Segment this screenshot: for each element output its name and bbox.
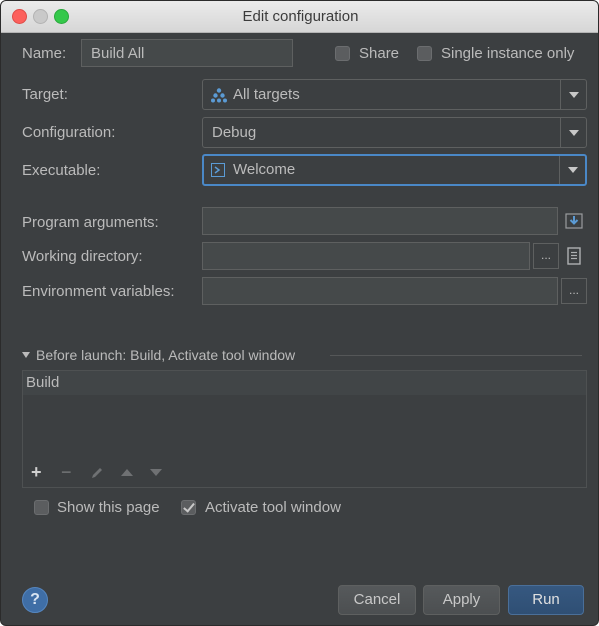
target-dropdown-arrow[interactable] [560,80,586,109]
before-launch-header[interactable]: Before launch: Build, Activate tool wind… [36,347,295,363]
chevron-down-icon [569,92,579,98]
chevron-down-icon [568,167,578,173]
title-bar: Edit configuration [1,1,598,33]
list-item-label: Build [26,374,60,391]
configuration-dropdown-arrow[interactable] [560,118,586,147]
working-directory-input[interactable] [202,242,530,270]
share-checkbox[interactable] [335,46,350,61]
window-title: Edit configuration [242,8,359,25]
cancel-button[interactable]: Cancel [338,585,416,615]
move-down-icon[interactable] [150,469,162,476]
executable-value: Welcome [233,161,296,178]
activate-tool-window-label: Activate tool window [205,499,341,516]
section-divider [330,355,582,356]
environment-variables-input[interactable] [202,277,558,305]
name-input[interactable]: Build All [81,39,293,67]
name-label: Name: [22,45,67,62]
working-directory-label: Working directory: [22,248,143,265]
targets-icon [211,87,227,103]
show-this-page-checkbox[interactable] [34,500,49,515]
edit-environment-variables-button[interactable]: ... [561,278,587,304]
activate-tool-window-checkbox[interactable] [181,500,196,515]
executable-label: Executable: [22,162,101,179]
executable-icon [211,163,225,177]
edit-icon[interactable] [89,465,105,481]
environment-variables-label: Environment variables: [22,283,175,300]
apply-button[interactable]: Apply [423,585,500,615]
list-item[interactable]: Build [23,371,586,395]
name-input-value: Build All [91,45,145,62]
remove-icon[interactable]: − [61,462,72,482]
configuration-label: Configuration: [22,124,116,141]
edit-configuration-dialog: Edit configuration Name: Build All Share… [0,0,599,626]
configuration-value: Debug [212,124,257,141]
target-dropdown[interactable]: All targets [202,79,587,110]
program-arguments-input[interactable] [202,207,558,235]
single-instance-label: Single instance only [441,45,575,62]
add-icon[interactable]: + [31,462,42,482]
before-launch-list[interactable]: Build [22,370,587,459]
document-icon[interactable] [564,246,584,266]
browse-working-directory-button[interactable]: ... [533,243,559,269]
collapse-triangle-icon[interactable] [22,352,30,358]
chevron-down-icon [569,130,579,136]
executable-dropdown-arrow[interactable] [559,156,585,184]
target-label: Target: [22,86,68,103]
insert-macro-icon[interactable] [564,211,584,231]
before-launch-toolbar: + − [22,458,587,488]
run-button[interactable]: Run [508,585,584,615]
program-arguments-label: Program arguments: [22,214,159,231]
executable-dropdown[interactable]: Welcome [202,154,587,186]
configuration-dropdown[interactable]: Debug [202,117,587,148]
show-this-page-label: Show this page [57,499,160,516]
move-up-icon[interactable] [121,469,133,476]
target-value: All targets [233,86,300,103]
single-instance-checkbox[interactable] [417,46,432,61]
help-button[interactable]: ? [22,587,48,613]
share-label: Share [359,45,400,62]
